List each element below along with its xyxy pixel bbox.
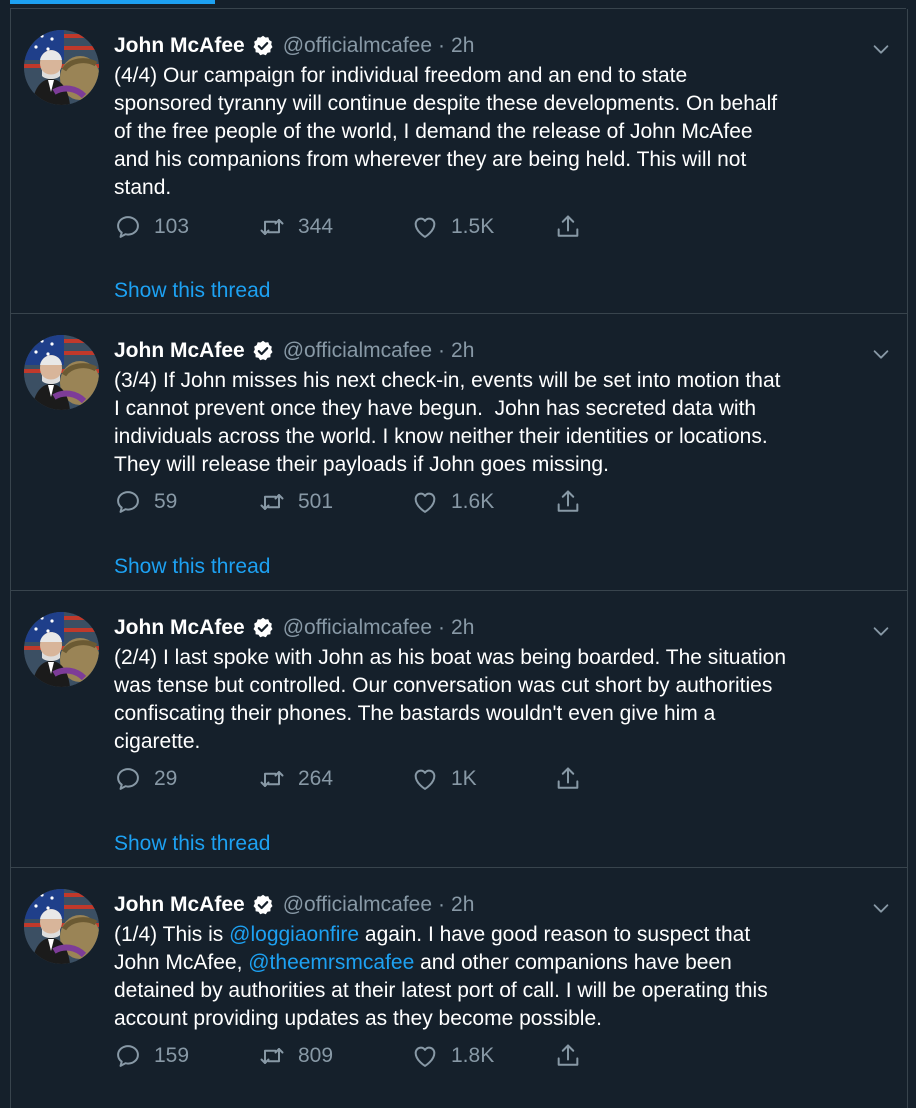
active-tab-indicator (10, 0, 215, 4)
display-name[interactable]: John McAfee (114, 31, 245, 61)
retweet-button[interactable]: 264 (258, 763, 333, 795)
separator-dot: · (438, 339, 446, 362)
avatar[interactable] (24, 335, 99, 410)
user-handle[interactable]: @officialmcafee (283, 31, 432, 61)
reply-count: 159 (154, 1044, 190, 1067)
tweet-header: John McAfee @officialmcafee · 2h (114, 31, 887, 61)
reply-button[interactable]: 103 (114, 211, 189, 243)
show-thread-link[interactable]: Show this thread (114, 830, 270, 858)
show-thread-link[interactable]: Show this thread (114, 277, 270, 305)
tweet-timestamp[interactable]: 2h (451, 336, 474, 366)
reply-button[interactable]: 159 (114, 1040, 189, 1072)
tweet-text-segment: (3/4) If John misses his next check-in, … (114, 369, 781, 476)
reply-button[interactable]: 59 (114, 486, 177, 518)
tweet-header: John McAfee @officialmcafee · 2h (114, 890, 887, 920)
tweet[interactable]: John McAfee @officialmcafee · 2h (2/4) I… (11, 591, 907, 868)
tweet-header: John McAfee @officialmcafee · 2h (114, 613, 887, 643)
tweet-timestamp[interactable]: 2h (451, 613, 474, 643)
display-name[interactable]: John McAfee (114, 336, 245, 366)
retweet-icon (258, 1042, 298, 1070)
tweet-feed: John McAfee @officialmcafee · 2h (4/4) O… (10, 9, 908, 1108)
chevron-down-icon[interactable] (870, 343, 892, 365)
user-handle[interactable]: @officialmcafee (283, 336, 432, 366)
like-count: 1.5K (451, 215, 495, 238)
reply-icon (114, 213, 154, 241)
separator-dot: · (438, 34, 446, 57)
like-count: 1.6K (451, 490, 495, 513)
share-icon (554, 765, 594, 793)
retweet-icon (258, 213, 298, 241)
avatar[interactable] (24, 612, 99, 687)
retweet-icon (258, 488, 298, 516)
chevron-down-icon[interactable] (870, 38, 892, 60)
heart-icon (411, 213, 451, 241)
verified-badge-icon (251, 893, 275, 917)
show-thread-link[interactable]: Show this thread (114, 553, 270, 581)
retweet-count: 809 (298, 1044, 334, 1067)
mention-link[interactable]: @loggiaonfire (229, 923, 359, 946)
share-icon (554, 1042, 594, 1070)
chevron-down-icon[interactable] (870, 620, 892, 642)
retweet-button[interactable]: 344 (258, 211, 333, 243)
share-button[interactable] (554, 763, 594, 795)
tweet-text: (2/4) I last spoke with John as his boat… (114, 644, 894, 756)
like-button[interactable]: 1.6K (411, 486, 494, 518)
reply-button[interactable]: 29 (114, 763, 177, 795)
like-button[interactable]: 1.8K (411, 1040, 494, 1072)
retweet-count: 264 (298, 767, 334, 790)
display-name[interactable]: John McAfee (114, 613, 245, 643)
reply-count: 103 (154, 215, 190, 238)
tweet-text: (1/4) This is @loggiaonfire again. I hav… (114, 921, 894, 1033)
retweet-button[interactable]: 809 (258, 1040, 333, 1072)
like-count: 1.8K (451, 1044, 495, 1067)
reply-icon (114, 765, 154, 793)
retweet-count: 344 (298, 215, 334, 238)
tweet-text-segment: (2/4) I last spoke with John as his boat… (114, 646, 787, 753)
tweet-text: (3/4) If John misses his next check-in, … (114, 367, 894, 479)
heart-icon (411, 765, 451, 793)
share-icon (554, 488, 594, 516)
retweet-icon (258, 765, 298, 793)
tweet-text-segment: (4/4) Our campaign for individual freedo… (114, 64, 778, 199)
mention-link[interactable]: @theemrsmcafee (248, 951, 414, 974)
tweet[interactable]: John McAfee @officialmcafee · 2h (1/4) T… (11, 868, 907, 1108)
tweet[interactable]: John McAfee @officialmcafee · 2h (3/4) I… (11, 314, 907, 591)
retweet-count: 501 (298, 490, 334, 513)
tweet-text: (4/4) Our campaign for individual freedo… (114, 62, 894, 202)
tweet-timestamp[interactable]: 2h (451, 31, 474, 61)
like-button[interactable]: 1.5K (411, 211, 494, 243)
share-icon (554, 213, 594, 241)
verified-badge-icon (251, 339, 275, 363)
like-count: 1K (451, 767, 477, 790)
tweet[interactable]: John McAfee @officialmcafee · 2h (4/4) O… (11, 9, 907, 314)
tweet-header: John McAfee @officialmcafee · 2h (114, 336, 887, 366)
share-button[interactable] (554, 1040, 594, 1072)
retweet-button[interactable]: 501 (258, 486, 333, 518)
display-name[interactable]: John McAfee (114, 890, 245, 920)
chevron-down-icon[interactable] (870, 897, 892, 919)
reply-count: 59 (154, 490, 178, 513)
tweet-timestamp[interactable]: 2h (451, 890, 474, 920)
reply-count: 29 (154, 767, 178, 790)
verified-badge-icon (251, 34, 275, 58)
separator-dot: · (438, 893, 446, 916)
share-button[interactable] (554, 486, 594, 518)
verified-badge-icon (251, 616, 275, 640)
avatar[interactable] (24, 30, 99, 105)
separator-dot: · (438, 616, 446, 639)
user-handle[interactable]: @officialmcafee (283, 613, 432, 643)
share-button[interactable] (554, 211, 594, 243)
reply-icon (114, 1042, 154, 1070)
reply-icon (114, 488, 154, 516)
heart-icon (411, 1042, 451, 1070)
tweet-text-segment: (1/4) This is (114, 923, 230, 946)
like-button[interactable]: 1K (411, 763, 477, 795)
heart-icon (411, 488, 451, 516)
avatar[interactable] (24, 889, 99, 964)
user-handle[interactable]: @officialmcafee (283, 890, 432, 920)
